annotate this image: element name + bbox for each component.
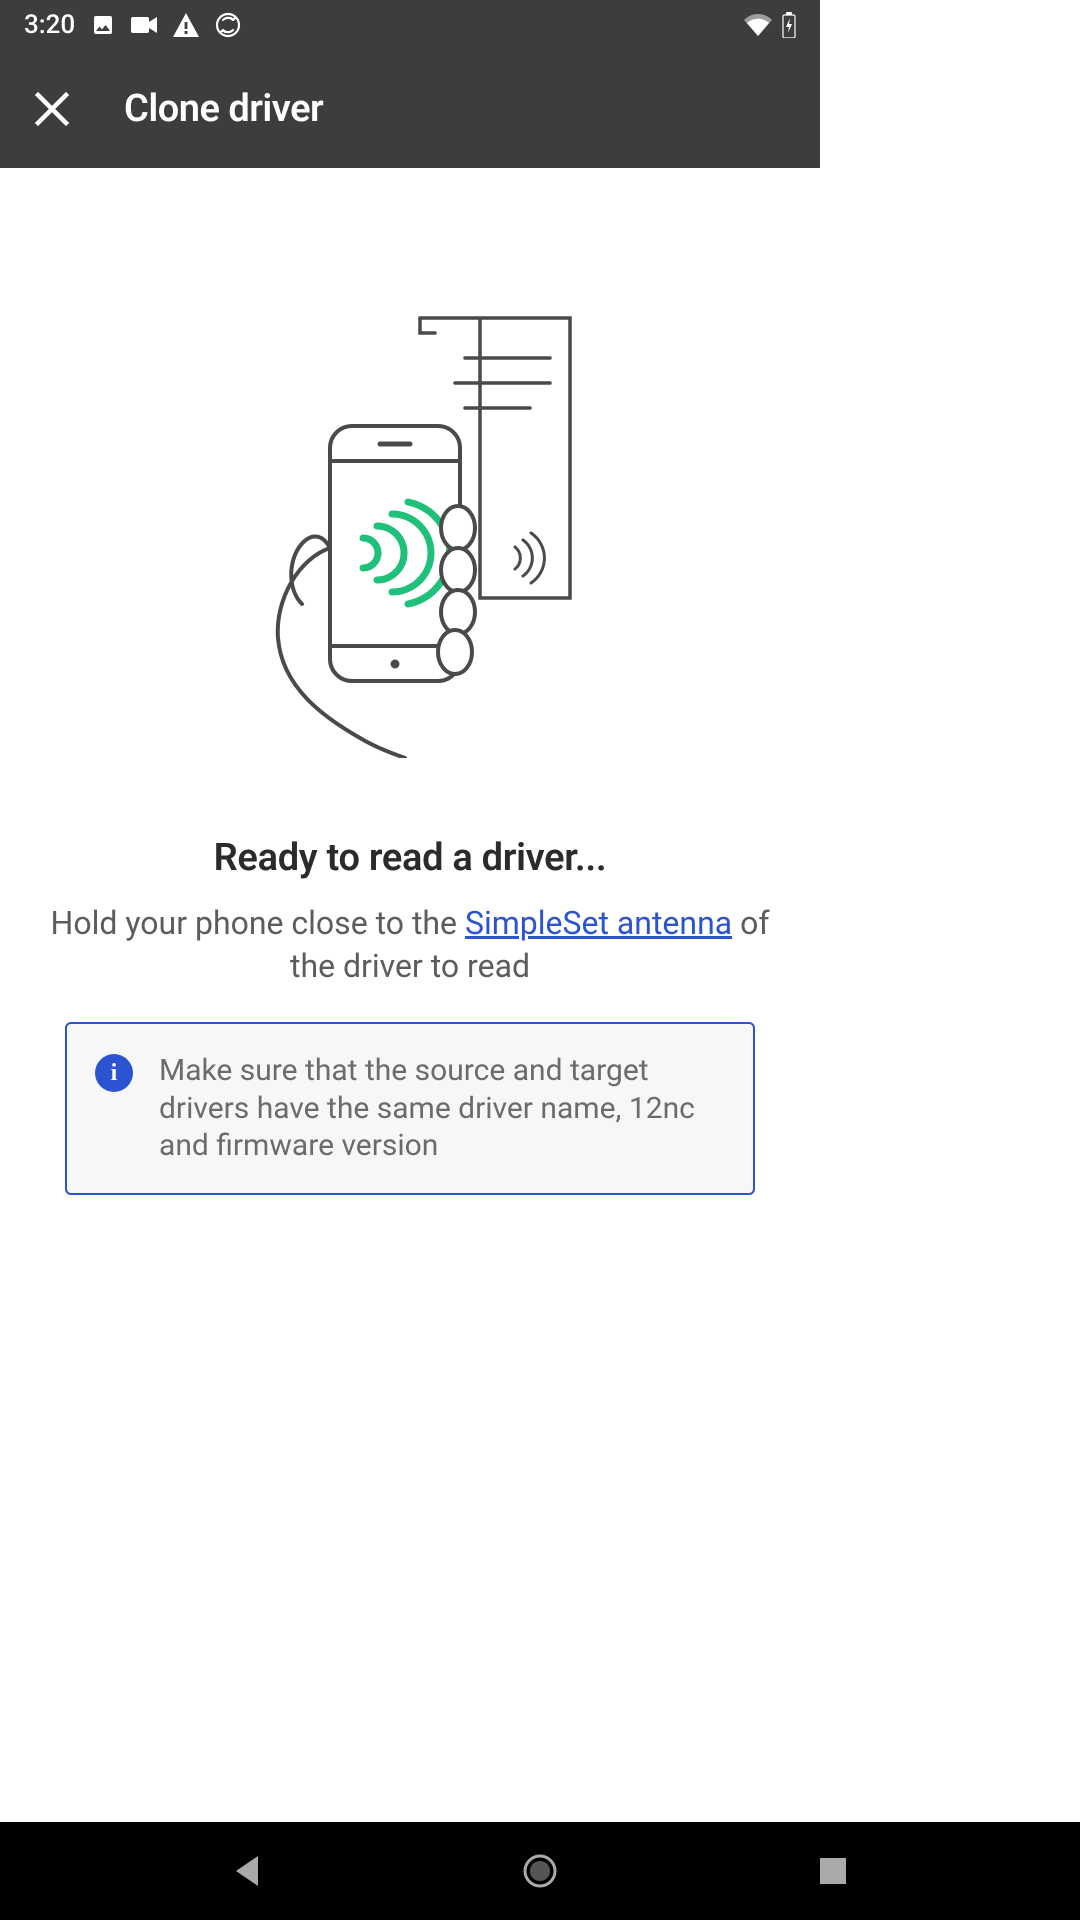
- warning-icon: [173, 13, 199, 37]
- status-bar: 3:20: [0, 0, 820, 50]
- close-button[interactable]: [20, 77, 84, 141]
- nav-back-icon: [232, 1854, 262, 1888]
- image-icon: [91, 13, 115, 37]
- android-nav-bar: [0, 1822, 1080, 1920]
- nav-home-icon: [522, 1853, 558, 1889]
- main-content: Ready to read a driver... Hold your phon…: [0, 168, 820, 1358]
- instruction-text: Hold your phone close to the SimpleSet a…: [0, 902, 820, 988]
- nav-home-button[interactable]: [516, 1847, 564, 1895]
- nav-back-button[interactable]: [223, 1847, 271, 1895]
- status-time: 3:20: [24, 10, 75, 40]
- battery-charging-icon: [782, 12, 796, 38]
- info-icon: i: [95, 1054, 133, 1092]
- wifi-icon: [744, 14, 772, 36]
- video-icon: [131, 15, 157, 35]
- info-text: Make sure that the source and target dri…: [159, 1052, 725, 1165]
- nav-recent-button[interactable]: [809, 1847, 857, 1895]
- nav-recent-icon: [818, 1856, 848, 1886]
- info-box: i Make sure that the source and target d…: [65, 1022, 755, 1195]
- ready-title: Ready to read a driver...: [214, 836, 607, 880]
- simpleset-antenna-link[interactable]: SimpleSet antenna: [465, 904, 732, 942]
- instruction-pre: Hold your phone close to the: [51, 904, 465, 942]
- close-icon: [32, 89, 72, 129]
- no-rotate-icon: [215, 12, 241, 38]
- nfc-read-illustration: [230, 298, 590, 758]
- app-header: Clone driver: [0, 50, 820, 168]
- page-title: Clone driver: [124, 87, 323, 131]
